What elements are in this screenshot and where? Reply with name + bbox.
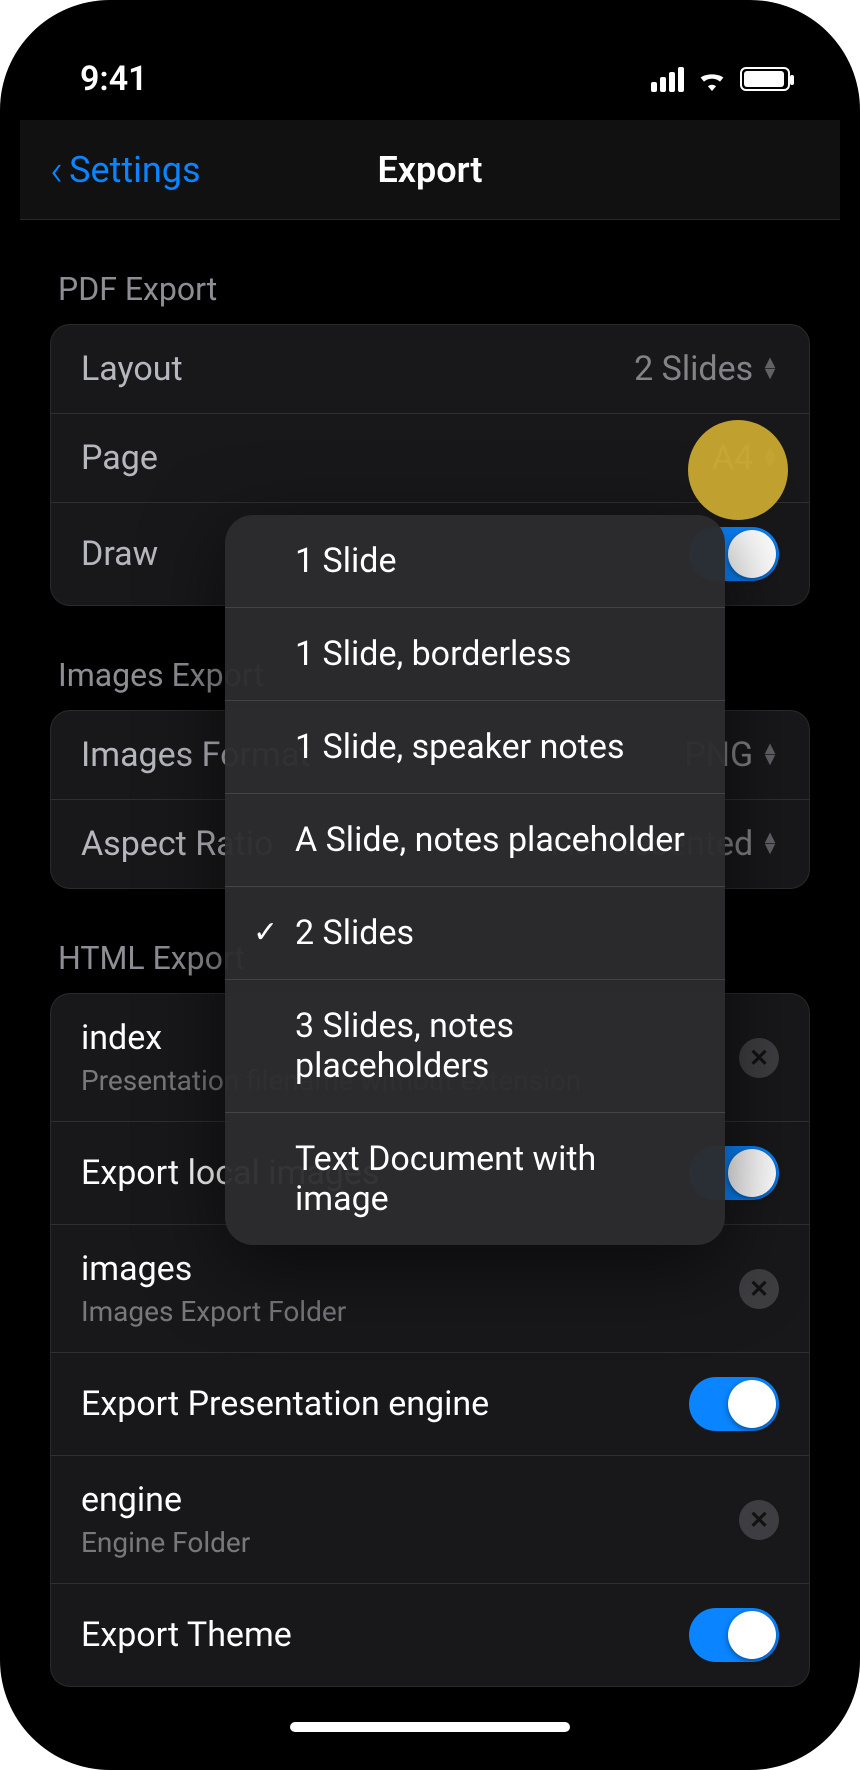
battery-icon bbox=[740, 67, 790, 91]
popup-option[interactable]: 3 Slides, notes placeholders bbox=[225, 979, 725, 1112]
layout-value: 2 Slides bbox=[634, 349, 753, 389]
popup-option[interactable]: 1 Slide, borderless bbox=[225, 607, 725, 700]
export-engine-label: Export Presentation engine bbox=[81, 1384, 489, 1424]
cellular-icon bbox=[651, 67, 684, 92]
export-theme-label: Export Theme bbox=[81, 1615, 292, 1655]
navbar: ‹ Settings Export bbox=[20, 120, 840, 220]
popup-option[interactable]: A Slide, notes placeholder bbox=[225, 793, 725, 886]
touch-highlight-icon bbox=[688, 420, 788, 520]
updown-icon: ▲▼ bbox=[761, 833, 779, 855]
layout-row[interactable]: Layout 2 Slides ▲▼ bbox=[51, 325, 809, 413]
draw-border-label: Draw bbox=[81, 534, 158, 574]
x-icon: ✕ bbox=[749, 1275, 769, 1303]
images-folder-label: images bbox=[81, 1249, 192, 1289]
updown-icon: ▲▼ bbox=[761, 744, 779, 766]
export-theme-toggle[interactable] bbox=[689, 1608, 779, 1662]
page-label: Page bbox=[81, 438, 158, 478]
clear-engine-button[interactable]: ✕ bbox=[739, 1500, 779, 1540]
home-indicator[interactable] bbox=[290, 1722, 570, 1732]
chevron-left-icon: ‹ bbox=[50, 148, 63, 192]
status-time: 9:41 bbox=[80, 59, 148, 99]
wifi-icon bbox=[696, 67, 728, 91]
updown-icon: ▲▼ bbox=[761, 358, 779, 380]
clear-images-button[interactable]: ✕ bbox=[739, 1269, 779, 1309]
popup-option[interactable]: Text Document with image bbox=[225, 1112, 725, 1245]
x-icon: ✕ bbox=[749, 1506, 769, 1534]
popup-option[interactable]: 1 Slide bbox=[225, 515, 725, 607]
export-engine-row: Export Presentation engine bbox=[51, 1352, 809, 1455]
engine-folder-label: engine bbox=[81, 1480, 182, 1520]
layout-label: Layout bbox=[81, 349, 183, 389]
export-engine-toggle[interactable] bbox=[689, 1377, 779, 1431]
popup-option[interactable]: 2 Slides bbox=[225, 886, 725, 979]
x-icon: ✕ bbox=[749, 1044, 769, 1072]
pdf-section-header: PDF Export bbox=[50, 220, 810, 324]
export-theme-row: Export Theme bbox=[51, 1583, 809, 1686]
engine-folder-row[interactable]: engine Engine Folder ✕ bbox=[51, 1455, 809, 1583]
layout-popup-menu: 1 Slide 1 Slide, borderless 1 Slide, spe… bbox=[225, 515, 725, 1245]
engine-folder-subtitle: Engine Folder bbox=[81, 1526, 250, 1559]
status-bar: 9:41 bbox=[20, 20, 840, 120]
index-label: index bbox=[81, 1018, 162, 1058]
popup-option[interactable]: 1 Slide, speaker notes bbox=[225, 700, 725, 793]
images-folder-subtitle: Images Export Folder bbox=[81, 1295, 346, 1328]
clear-index-button[interactable]: ✕ bbox=[739, 1038, 779, 1078]
back-button[interactable]: ‹ Settings bbox=[50, 148, 201, 192]
back-label: Settings bbox=[69, 149, 200, 191]
